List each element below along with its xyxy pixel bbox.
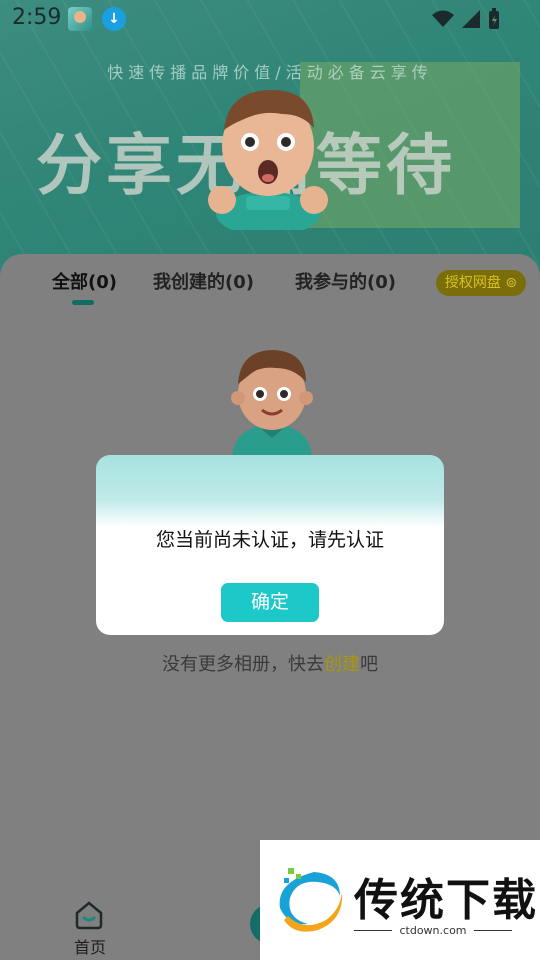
dialog-message: 您当前尚未认证，请先认证	[155, 529, 384, 551]
status-icons	[432, 8, 500, 30]
mascot-surprised-icon	[208, 90, 328, 230]
download-icon: ↓	[102, 7, 126, 31]
tab-indicator	[72, 300, 94, 305]
watermark: 传统下载 ctdown.com	[260, 840, 540, 960]
tab-joined[interactable]: 我参与的(0)	[295, 268, 396, 294]
cell-signal-icon	[462, 10, 480, 28]
tab-all[interactable]: 全部(0)	[52, 268, 117, 294]
nav-home[interactable]: 首页	[70, 900, 110, 957]
link-icon: ⊚	[500, 275, 518, 291]
empty-state-text: 没有更多相册，快去创建吧	[0, 650, 540, 676]
confirm-button[interactable]: 确定	[221, 583, 319, 622]
empty-suffix: 吧	[360, 654, 378, 675]
status-bar: 2:59 ↓	[0, 0, 540, 38]
mascot-icon	[231, 350, 313, 458]
app-notification-icon	[68, 7, 92, 31]
banner-slogan: 快速传播品牌价值/活动必备云享传	[107, 63, 433, 82]
tab-created[interactable]: 我创建的(0)	[153, 268, 254, 294]
watermark-divider	[474, 930, 512, 931]
empty-prefix: 没有更多相册，快去	[162, 654, 324, 675]
authorize-drive-button[interactable]: 授权网盘 ⊚	[436, 270, 526, 296]
battery-icon	[489, 8, 499, 29]
create-link[interactable]: 创建	[324, 654, 360, 675]
wifi-icon	[432, 10, 454, 27]
nav-home-label: 首页	[73, 938, 106, 957]
home-icon	[75, 901, 103, 930]
verification-dialog: 您当前尚未认证，请先认证 确定	[96, 455, 444, 635]
banner[interactable]: 快速传播品牌价值/活动必备云享传 分享无需等待	[0, 0, 540, 290]
status-time: 2:59	[12, 5, 62, 30]
watermark-title: 传统下载	[354, 875, 538, 926]
ctdown-logo-icon	[279, 868, 343, 932]
authorize-drive-label: 授权网盘	[444, 275, 501, 291]
